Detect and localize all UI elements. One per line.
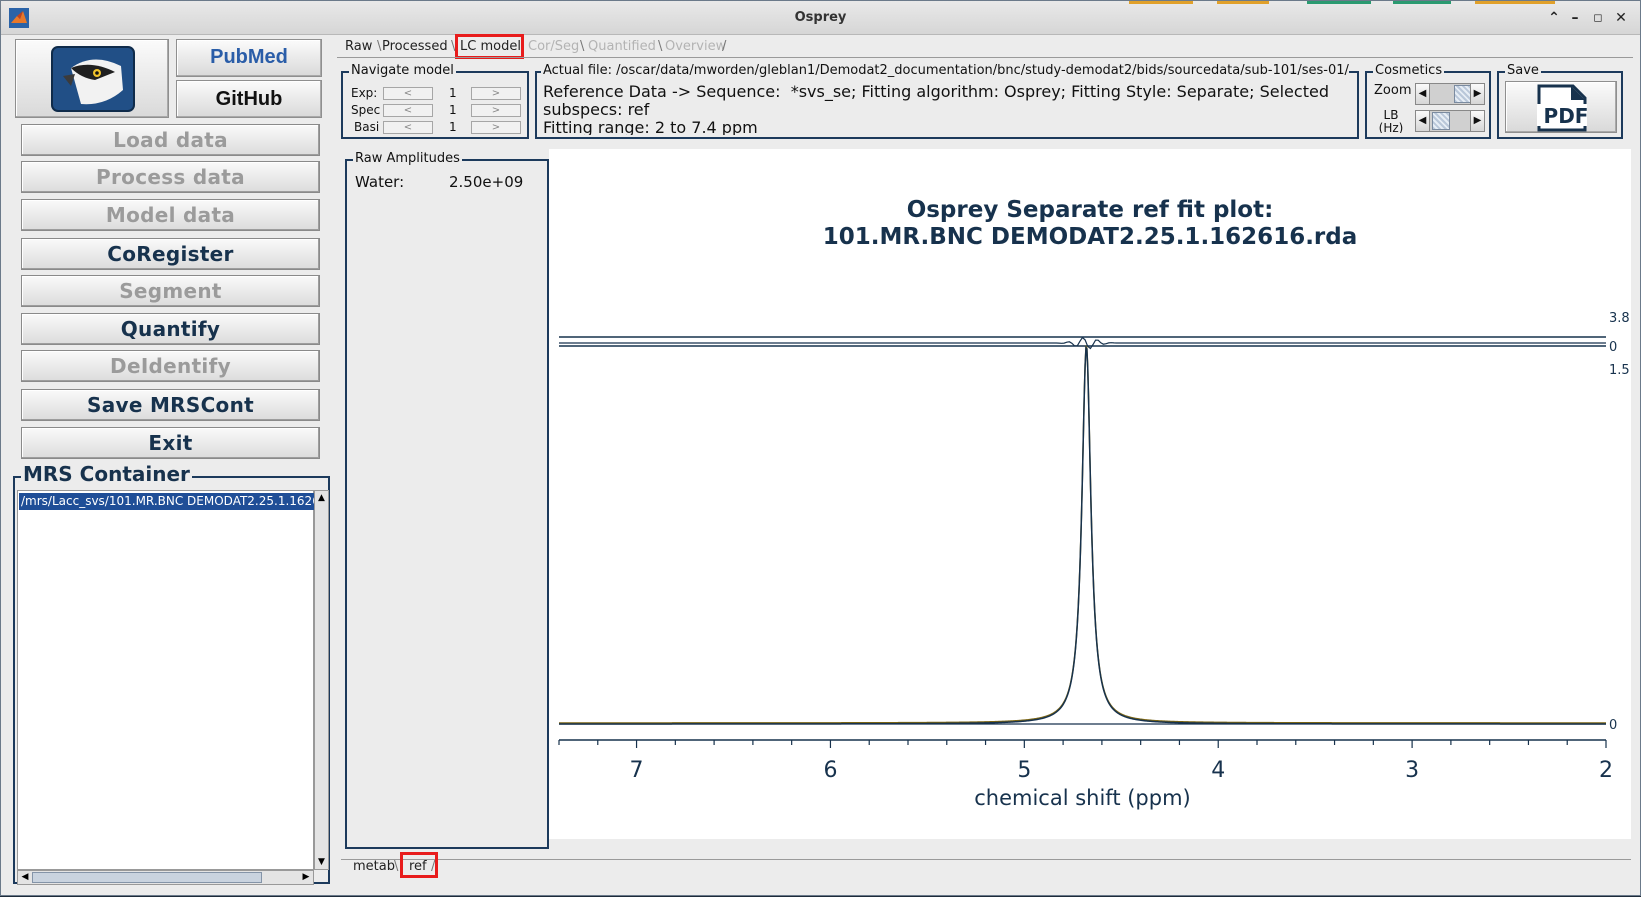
- load-data-button[interactable]: Load data: [21, 124, 320, 156]
- raw-amplitudes-title: Raw Amplitudes: [353, 151, 462, 166]
- plot-title-line2: 101.MR.BNC DEMODAT2.25.1.162616.rda: [822, 224, 1358, 250]
- cosmetics-panel: Cosmetics Zoom ◀ ▶ LB (Hz) ◀ ▶: [1365, 64, 1491, 139]
- github-logo-text: GitHub: [215, 88, 283, 110]
- exit-button[interactable]: Exit: [21, 427, 320, 459]
- navigate-model-title: Navigate model: [349, 63, 456, 78]
- osprey-logo-icon: [51, 46, 135, 112]
- tab-overview[interactable]: Overview: [661, 37, 730, 57]
- coregister-button[interactable]: CoRegister: [21, 238, 320, 270]
- basi-value: 1: [449, 120, 457, 134]
- save-pdf-button[interactable]: PDF: [1505, 81, 1617, 133]
- chevron-left-icon[interactable]: ◀: [1416, 111, 1430, 131]
- tab-raw[interactable]: Raw: [341, 37, 376, 57]
- horizontal-scrollbar[interactable]: ◀ ▶: [17, 870, 314, 885]
- maximize-button[interactable]: ◻: [1589, 9, 1607, 27]
- plot-title: Osprey Separate ref fit plot: 101.MR.BNC…: [549, 197, 1631, 251]
- chevron-right-icon[interactable]: ▶: [1470, 111, 1484, 131]
- pubmed-logo-text: PubMed: [210, 46, 288, 68]
- window-menu-button[interactable]: ⌃: [1545, 9, 1563, 27]
- bottom-tab-line: [341, 859, 1631, 860]
- zoom-label: Zoom: [1374, 83, 1412, 98]
- zoom-slider[interactable]: ◀ ▶: [1415, 83, 1485, 105]
- osprey-logo-button[interactable]: [15, 39, 169, 118]
- window-title: Osprey: [794, 10, 847, 25]
- application-window: Osprey ⌃ – ◻ ✕ PubMed GitHub Load data P…: [0, 0, 1641, 896]
- model-data-button[interactable]: Model data: [21, 199, 320, 231]
- segment-button[interactable]: Segment: [21, 275, 320, 307]
- chevron-left-icon[interactable]: ◀: [1416, 84, 1430, 104]
- lb-label: LB (Hz): [1378, 109, 1404, 133]
- scroll-thumb[interactable]: [32, 872, 262, 883]
- nav-label-exp: Exp:: [351, 86, 378, 100]
- plot-title-line1: Osprey Separate ref fit plot:: [906, 197, 1274, 223]
- github-button[interactable]: GitHub: [176, 80, 322, 118]
- tab-processed[interactable]: Processed: [378, 37, 452, 57]
- water-amplitude-row: Water: 2.50e+09: [355, 173, 523, 191]
- scroll-left-icon[interactable]: ◀: [19, 871, 31, 884]
- save-mrscont-button[interactable]: Save MRSCont: [21, 389, 320, 421]
- mrs-container-title: MRS Container: [21, 462, 192, 486]
- cosmetics-title: Cosmetics: [1373, 63, 1445, 78]
- spec-value: 1: [449, 103, 457, 117]
- exp-value: 1: [449, 86, 457, 100]
- scroll-right-icon[interactable]: ▶: [300, 871, 312, 884]
- scroll-down-icon[interactable]: ▼: [316, 856, 327, 868]
- tab-strip-line: [337, 57, 1633, 58]
- chevron-right-icon[interactable]: ▶: [1470, 84, 1484, 104]
- tab-separator: \: [394, 859, 399, 874]
- tab-separator: /: [722, 39, 727, 54]
- save-panel: Save PDF: [1497, 64, 1623, 139]
- nav-label-basi: Basi: [354, 120, 380, 134]
- water-label: Water:: [355, 173, 405, 191]
- fit-plot-area: [549, 149, 1631, 839]
- list-item[interactable]: /mrs/Lacc_svs/101.MR.BNC DEMODAT2.25.1.1…: [19, 493, 314, 510]
- slider-thumb[interactable]: [1432, 112, 1450, 130]
- water-value: 2.50e+09: [449, 173, 524, 191]
- quantify-button[interactable]: Quantify: [21, 313, 320, 345]
- mrs-container-list[interactable]: /mrs/Lacc_svs/101.MR.BNC DEMODAT2.25.1.1…: [17, 490, 314, 870]
- tab-metab[interactable]: metab: [353, 857, 395, 877]
- tab-quantified[interactable]: Quantified: [584, 37, 660, 57]
- mrs-container-panel: MRS Container /mrs/Lacc_svs/101.MR.BNC D…: [13, 463, 330, 885]
- ref-tab-highlight: [400, 852, 438, 878]
- actual-file-label: Actual file: /oscar/data/mworden/gleblan…: [541, 64, 1349, 78]
- spec-next-button[interactable]: >: [471, 104, 521, 117]
- close-button[interactable]: ✕: [1612, 9, 1630, 27]
- minimize-button[interactable]: –: [1566, 9, 1584, 27]
- basi-next-button[interactable]: >: [471, 121, 521, 134]
- spec-prev-button[interactable]: <: [383, 104, 433, 117]
- raw-amplitudes-panel: Raw Amplitudes Water: 2.50e+09: [345, 152, 549, 849]
- fit-info-content: Reference Data -> Sequence: *svs_se; Fit…: [543, 83, 1329, 135]
- vertical-scrollbar[interactable]: ▲ ▼: [314, 490, 329, 870]
- deidentify-button[interactable]: DeIdentify: [21, 350, 320, 382]
- lc-model-highlight: [455, 34, 524, 59]
- save-title: Save: [1505, 63, 1541, 78]
- title-bar: Osprey ⌃ – ◻ ✕: [1, 1, 1640, 35]
- nav-label-spec: Spec: [351, 103, 381, 117]
- basi-prev-button[interactable]: <: [383, 121, 433, 134]
- lb-slider[interactable]: ◀ ▶: [1415, 110, 1485, 132]
- process-data-button[interactable]: Process data: [21, 161, 320, 193]
- fit-info-text: Reference Data -> Sequence: *svs_se; Fit…: [543, 83, 1353, 135]
- navigate-model-panel: Navigate model Exp: < 1 > Spec < 1 > Bas…: [341, 64, 529, 139]
- scroll-up-icon[interactable]: ▲: [316, 492, 327, 504]
- pdf-label: PDF: [1543, 104, 1589, 128]
- pubmed-button[interactable]: PubMed: [176, 39, 322, 77]
- file-info-panel: Actual file: /oscar/data/mworden/gleblan…: [535, 64, 1359, 139]
- tab-cor-seg[interactable]: Cor/Seg: [524, 37, 583, 57]
- exp-prev-button[interactable]: <: [383, 87, 433, 100]
- exp-next-button[interactable]: >: [471, 87, 521, 100]
